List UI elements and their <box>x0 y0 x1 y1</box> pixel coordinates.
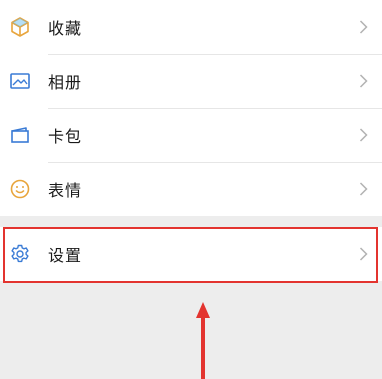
image-icon <box>9 70 31 92</box>
chevron-right-icon <box>359 247 368 261</box>
chevron-right-icon <box>359 74 368 88</box>
menu-item-cards[interactable]: 卡包 <box>0 108 382 162</box>
menu-group-settings: 设置 <box>0 227 382 281</box>
menu-item-label: 收藏 <box>48 19 83 38</box>
gear-icon <box>9 243 31 265</box>
menu-item-favorites[interactable]: 收藏 <box>0 0 382 54</box>
chevron-right-icon <box>359 128 368 142</box>
menu-group-main: 收藏 相册 卡包 表情 <box>0 0 382 216</box>
smiley-icon <box>9 178 31 200</box>
chevron-right-icon <box>359 20 368 34</box>
chevron-right-icon <box>359 182 368 196</box>
cube-icon <box>9 16 31 38</box>
card-icon <box>9 124 31 146</box>
menu-item-label: 设置 <box>48 246 83 265</box>
menu-item-label: 卡包 <box>48 127 83 146</box>
menu-item-album[interactable]: 相册 <box>0 54 382 108</box>
menu-item-stickers[interactable]: 表情 <box>0 162 382 216</box>
menu-item-label: 表情 <box>48 181 83 200</box>
menu-item-settings[interactable]: 设置 <box>0 227 382 281</box>
menu-item-label: 相册 <box>48 73 83 92</box>
up-arrow-icon <box>196 302 210 379</box>
